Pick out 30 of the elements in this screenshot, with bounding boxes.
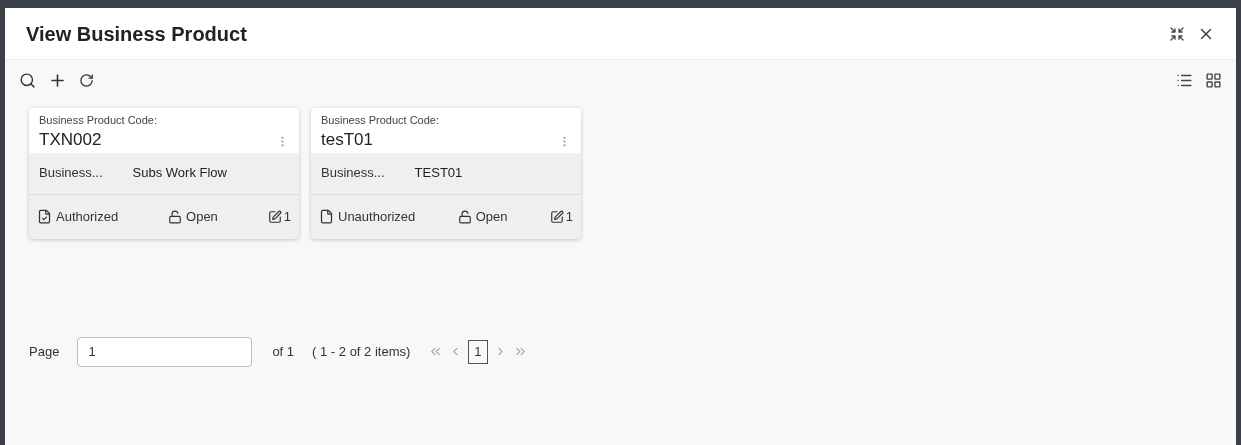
items-count: ( 1 - 2 of 2 items) [312, 342, 411, 361]
status-text: Unauthorized [338, 207, 416, 226]
page-count: of 1 [272, 342, 295, 361]
field-label: Business... [321, 164, 385, 183]
minimize-icon[interactable] [1169, 25, 1185, 42]
page-number[interactable]: 1 [468, 339, 488, 364]
product-code: TXN002 [39, 128, 103, 151]
edit-count: 1 [283, 207, 291, 226]
unlock-icon [457, 209, 472, 224]
unlock-icon [168, 209, 183, 224]
refresh-icon[interactable] [79, 72, 94, 88]
field-value: TEST01 [414, 164, 463, 183]
code-label: Business Product Code: [39, 113, 157, 128]
field-value: Subs Work Flow [132, 164, 227, 183]
product-code: tesT01 [321, 128, 374, 151]
page-label: Page [29, 342, 60, 361]
product-card[interactable]: Business Product Code: tesT01 Business... TEST01 Unauthorized Open 1 [311, 108, 581, 239]
search-icon[interactable] [19, 71, 36, 89]
lock-text: Open [475, 207, 508, 226]
status-text: Authorized [56, 207, 119, 226]
lock-text: Open [186, 207, 218, 226]
product-card[interactable]: Business Product Code: TXN002 Business... Subs Work Flow Authorized Open 1 [29, 108, 299, 239]
field-label: Business... [39, 164, 103, 183]
window-title: View Business Product [26, 21, 247, 47]
edit-count: 1 [565, 207, 573, 226]
grid-view-icon[interactable] [1205, 71, 1222, 89]
code-label: Business Product Code: [321, 113, 439, 128]
edit-icon [549, 209, 564, 224]
page-input[interactable]: 1 [77, 336, 253, 367]
edit-icon [267, 209, 282, 224]
